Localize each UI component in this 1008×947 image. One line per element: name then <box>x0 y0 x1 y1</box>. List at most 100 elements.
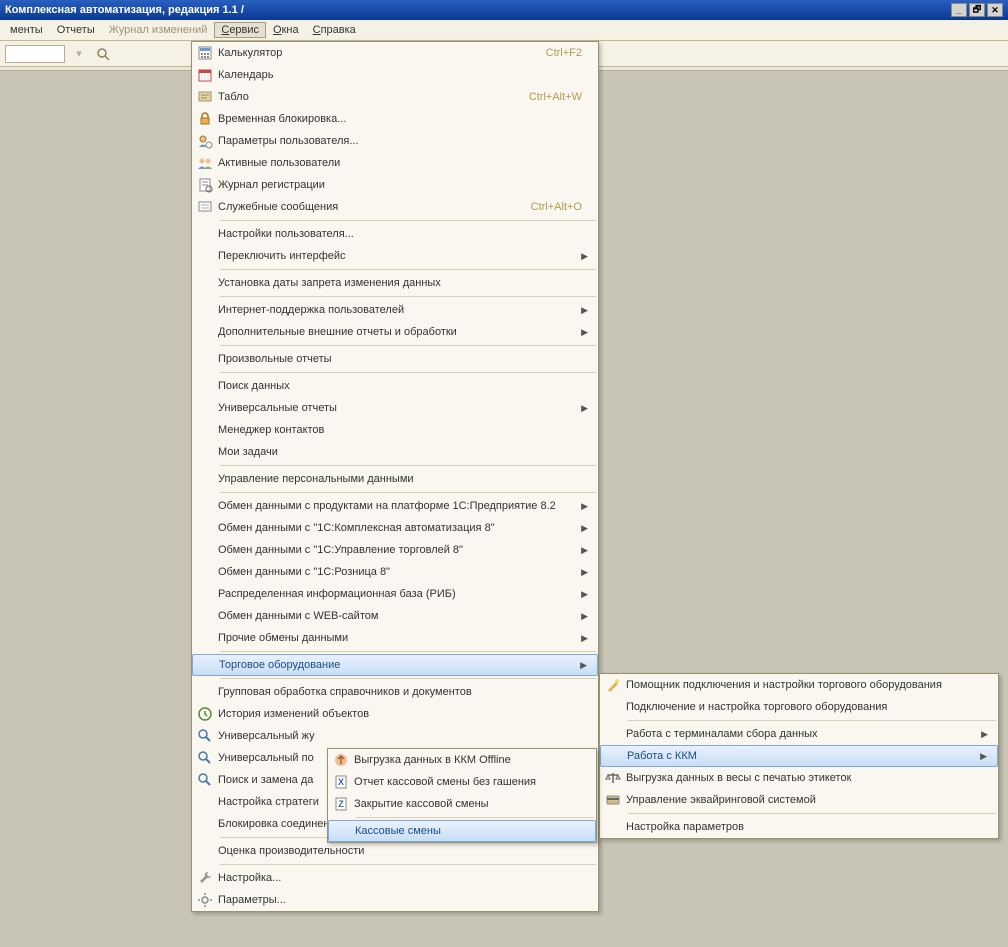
blank-icon <box>192 321 218 343</box>
blank-icon <box>192 419 218 441</box>
kkm-item-2[interactable]: ZЗакрытие кассовой смены <box>328 793 596 815</box>
toolbar-search-icon[interactable] <box>93 44 113 64</box>
trade-item-5[interactable]: Выгрузка данных в весы с печатью этикето… <box>600 767 998 789</box>
service-item-27[interactable]: Обмен данными с "1С:Комплексная автомати… <box>192 517 598 539</box>
service-item-label: Служебные сообщения <box>218 201 531 213</box>
trade-item-8[interactable]: Настройка параметров <box>600 816 998 838</box>
service-item-label: Журнал регистрации <box>218 179 592 191</box>
service-item-29[interactable]: Обмен данными с "1С:Розница 8"▶ <box>192 561 598 583</box>
submenu-arrow-icon: ▶ <box>580 660 591 671</box>
blank-icon <box>192 375 218 397</box>
service-item-label: Календарь <box>218 69 592 81</box>
blank-icon <box>192 840 218 862</box>
trade-item-4[interactable]: Работа с ККМ▶ <box>600 745 998 767</box>
service-item-31[interactable]: Обмен данными с WEB-сайтом▶ <box>192 605 598 627</box>
service-item-20[interactable]: Универсальные отчеты▶ <box>192 397 598 419</box>
service-item-34[interactable]: Торговое оборудование▶ <box>192 654 598 676</box>
service-separator <box>220 492 596 493</box>
service-item-3[interactable]: Временная блокировка... <box>192 108 598 130</box>
service-item-24[interactable]: Управление персональными данными <box>192 468 598 490</box>
trade-equipment-submenu: Помощник подключения и настройки торгово… <box>599 673 999 839</box>
menu-окна[interactable]: Окна <box>266 22 306 38</box>
menu-сервис[interactable]: Сервис <box>214 22 266 38</box>
service-item-2[interactable]: ТаблоCtrl+Alt+W <box>192 86 598 108</box>
service-item-6[interactable]: Журнал регистрации <box>192 174 598 196</box>
toolbar-dropdown-icon[interactable]: ▾ <box>69 44 89 64</box>
blank-icon <box>192 681 218 703</box>
blank-icon <box>192 468 218 490</box>
service-item-0[interactable]: КалькуляторCtrl+F2 <box>192 42 598 64</box>
service-item-15[interactable]: Дополнительные внешние отчеты и обработк… <box>192 321 598 343</box>
trade-item-label: Управление эквайринговой системой <box>626 794 992 806</box>
service-item-14[interactable]: Интернет-поддержка пользователей▶ <box>192 299 598 321</box>
service-item-label: Настройки пользователя... <box>218 228 592 240</box>
titlebar: Комплексная автоматизация, редакция 1.1 … <box>0 0 1008 20</box>
trade-item-label: Работа с ККМ <box>627 750 980 762</box>
service-item-label: Обмен данными с "1С:Розница 8" <box>218 566 581 578</box>
kkm-item-4[interactable]: Кассовые смены <box>328 820 596 842</box>
z-report-icon: Z <box>328 793 354 815</box>
kkm-item-1[interactable]: XОтчет кассовой смены без гашения <box>328 771 596 793</box>
service-item-22[interactable]: Мои задачи <box>192 441 598 463</box>
service-item-label: Универсальный жу <box>218 730 592 742</box>
trade-item-label: Работа с терминалами сбора данных <box>626 728 981 740</box>
service-item-label: Параметры пользователя... <box>218 135 592 147</box>
service-item-26[interactable]: Обмен данными с продуктами на платформе … <box>192 495 598 517</box>
service-item-47[interactable]: Параметры... <box>192 889 598 911</box>
blank-icon <box>192 495 218 517</box>
service-separator <box>220 864 596 865</box>
maximize-button[interactable]: 🗗 <box>969 3 985 17</box>
service-item-label: Табло <box>218 91 529 103</box>
service-item-30[interactable]: Распределенная информационная база (РИБ)… <box>192 583 598 605</box>
service-item-21[interactable]: Менеджер контактов <box>192 419 598 441</box>
submenu-arrow-icon: ▶ <box>581 545 592 556</box>
trade-item-6[interactable]: Управление эквайринговой системой <box>600 789 998 811</box>
menu-журнал изменений[interactable]: Журнал изменений <box>102 22 215 38</box>
service-item-4[interactable]: Параметры пользователя... <box>192 130 598 152</box>
service-item-12[interactable]: Установка даты запрета изменения данных <box>192 272 598 294</box>
service-item-label: Параметры... <box>218 894 592 906</box>
service-item-28[interactable]: Обмен данными с "1С:Управление торговлей… <box>192 539 598 561</box>
kkm-item-0[interactable]: Выгрузка данных в ККМ Offline <box>328 749 596 771</box>
journal-icon <box>192 174 218 196</box>
blank-icon <box>192 627 218 649</box>
service-item-5[interactable]: Активные пользователи <box>192 152 598 174</box>
trade-item-3[interactable]: Работа с терминалами сбора данных▶ <box>600 723 998 745</box>
service-separator <box>220 345 596 346</box>
submenu-arrow-icon: ▶ <box>581 523 592 534</box>
trade-item-0[interactable]: Помощник подключения и настройки торгово… <box>600 674 998 696</box>
kkm-item-label: Отчет кассовой смены без гашения <box>354 776 590 788</box>
service-item-label: Установка даты запрета изменения данных <box>218 277 592 289</box>
kkm-item-label: Выгрузка данных в ККМ Offline <box>354 754 590 766</box>
service-item-label: Торговое оборудование <box>219 659 580 671</box>
service-item-36[interactable]: Групповая обработка справочников и докум… <box>192 681 598 703</box>
service-item-32[interactable]: Прочие обмены данными▶ <box>192 627 598 649</box>
trade-item-label: Подключение и настройка торгового оборуд… <box>626 701 992 713</box>
submenu-arrow-icon: ▶ <box>980 751 991 762</box>
blank-icon <box>192 397 218 419</box>
search-icon <box>192 747 218 769</box>
service-item-10[interactable]: Переключить интерфейс▶ <box>192 245 598 267</box>
trade-item-1[interactable]: Подключение и настройка торгового оборуд… <box>600 696 998 718</box>
menu-менты[interactable]: менты <box>3 22 50 38</box>
service-item-7[interactable]: Служебные сообщенияCtrl+Alt+O <box>192 196 598 218</box>
blank-icon <box>192 539 218 561</box>
service-item-19[interactable]: Поиск данных <box>192 375 598 397</box>
service-item-label: Обмен данными с продуктами на платформе … <box>218 500 581 512</box>
shortcut-label: Ctrl+Alt+W <box>529 91 592 103</box>
service-item-label: Интернет-поддержка пользователей <box>218 304 581 316</box>
toolbar-input[interactable] <box>5 45 65 63</box>
service-item-44[interactable]: Оценка производительности <box>192 840 598 862</box>
service-item-17[interactable]: Произвольные отчеты <box>192 348 598 370</box>
menu-отчеты[interactable]: Отчеты <box>50 22 102 38</box>
service-item-9[interactable]: Настройки пользователя... <box>192 223 598 245</box>
blank-icon <box>193 654 219 676</box>
service-item-1[interactable]: Календарь <box>192 64 598 86</box>
close-button[interactable]: ✕ <box>987 3 1003 17</box>
menu-справка[interactable]: Справка <box>306 22 363 38</box>
service-item-37[interactable]: История изменений объектов <box>192 703 598 725</box>
calculator-icon <box>192 42 218 64</box>
service-item-38[interactable]: Универсальный жу <box>192 725 598 747</box>
service-item-46[interactable]: Настройка... <box>192 867 598 889</box>
minimize-button[interactable]: _ <box>951 3 967 17</box>
